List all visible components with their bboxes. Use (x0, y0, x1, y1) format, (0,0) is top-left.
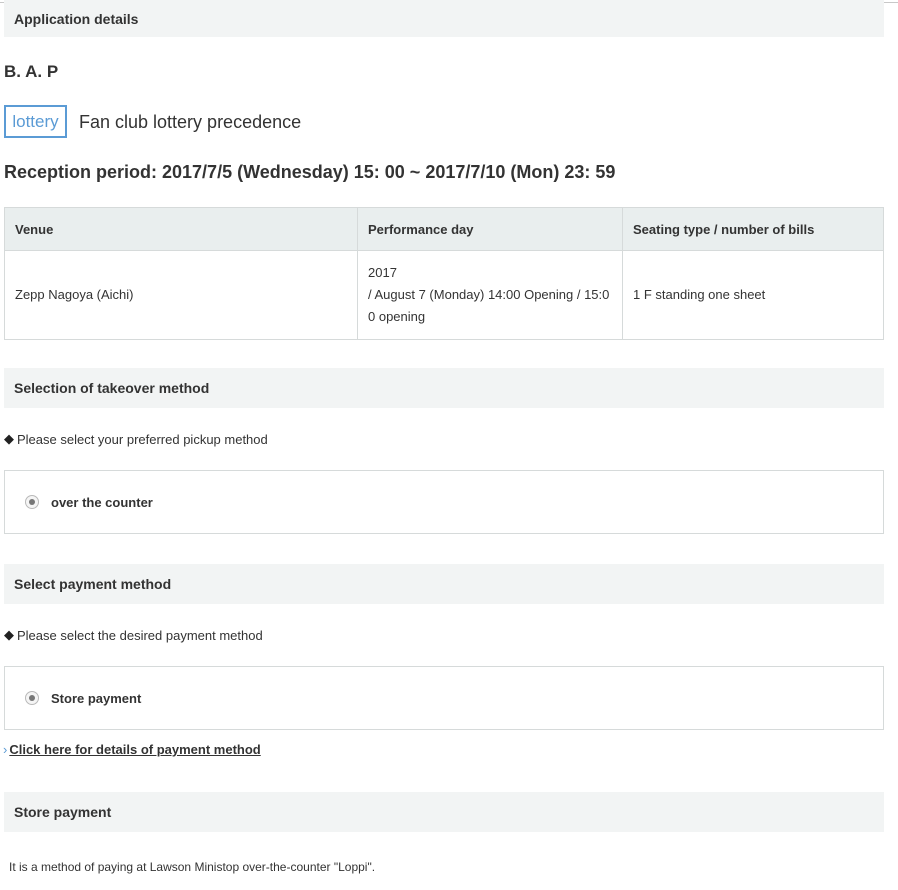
payment-instruction: ◆ Please select the desired payment meth… (4, 627, 263, 643)
option-label: Store payment (51, 690, 142, 706)
section-application-details: Application details (4, 0, 884, 37)
section-title: Store payment (14, 804, 112, 820)
table-header-row: Venue Performance day Seating type / num… (4, 207, 884, 251)
header-seating-type: Seating type / number of bills (622, 207, 884, 251)
cell-seating: 1 F standing one sheet (622, 250, 884, 340)
lottery-description: Fan club lottery precedence (79, 112, 302, 132)
day-line: 2017 (368, 265, 397, 280)
option-label: over the counter (51, 494, 153, 510)
artist-name: B. A. P (4, 62, 59, 81)
radio-selected-icon[interactable] (25, 495, 39, 509)
cell-venue: Zepp Nagoya (Aichi) (4, 250, 358, 340)
payment-details-link-row: › Click here for details of payment meth… (3, 742, 261, 757)
radio-selected-icon[interactable] (25, 691, 39, 705)
header-venue: Venue (4, 207, 358, 251)
instruction-text: Please select the desired payment method (17, 627, 263, 643)
lottery-badge: lottery (4, 105, 67, 138)
instruction-text: Please select your preferred pickup meth… (17, 431, 268, 447)
section-title: Select payment method (14, 576, 172, 592)
table-row: Zepp Nagoya (Aichi) 2017 / August 7 (Mon… (4, 250, 884, 340)
section-title: Application details (14, 10, 139, 27)
section-payment-method: Select payment method (4, 564, 884, 604)
day-line: 0 opening (368, 309, 426, 324)
performance-table: Venue Performance day Seating type / num… (4, 207, 884, 340)
diamond-bullet-icon: ◆ (4, 431, 14, 446)
section-store-payment: Store payment (4, 792, 884, 832)
reception-period: Reception period: 2017/7/5 (Wednesday) 1… (4, 162, 616, 182)
cell-performance-day: 2017 / August 7 (Monday) 14:00 Opening /… (357, 250, 623, 340)
day-line: / August 7 (Monday) 14:00 Opening / 15:0 (368, 287, 610, 302)
payment-details-link[interactable]: Click here for details of payment method (9, 742, 260, 757)
pickup-instruction: ◆ Please select your preferred pickup me… (4, 431, 268, 447)
chevron-right-icon: › (3, 742, 8, 757)
section-takeover-method: Selection of takeover method (4, 368, 884, 408)
section-title: Selection of takeover method (14, 380, 210, 396)
header-performance-day: Performance day (357, 207, 623, 251)
payment-option-store-payment[interactable]: Store payment (4, 666, 884, 730)
store-payment-note: It is a method of paying at Lawson Minis… (9, 860, 376, 874)
diamond-bullet-icon: ◆ (4, 627, 14, 642)
pickup-option-over-the-counter[interactable]: over the counter (4, 470, 884, 534)
